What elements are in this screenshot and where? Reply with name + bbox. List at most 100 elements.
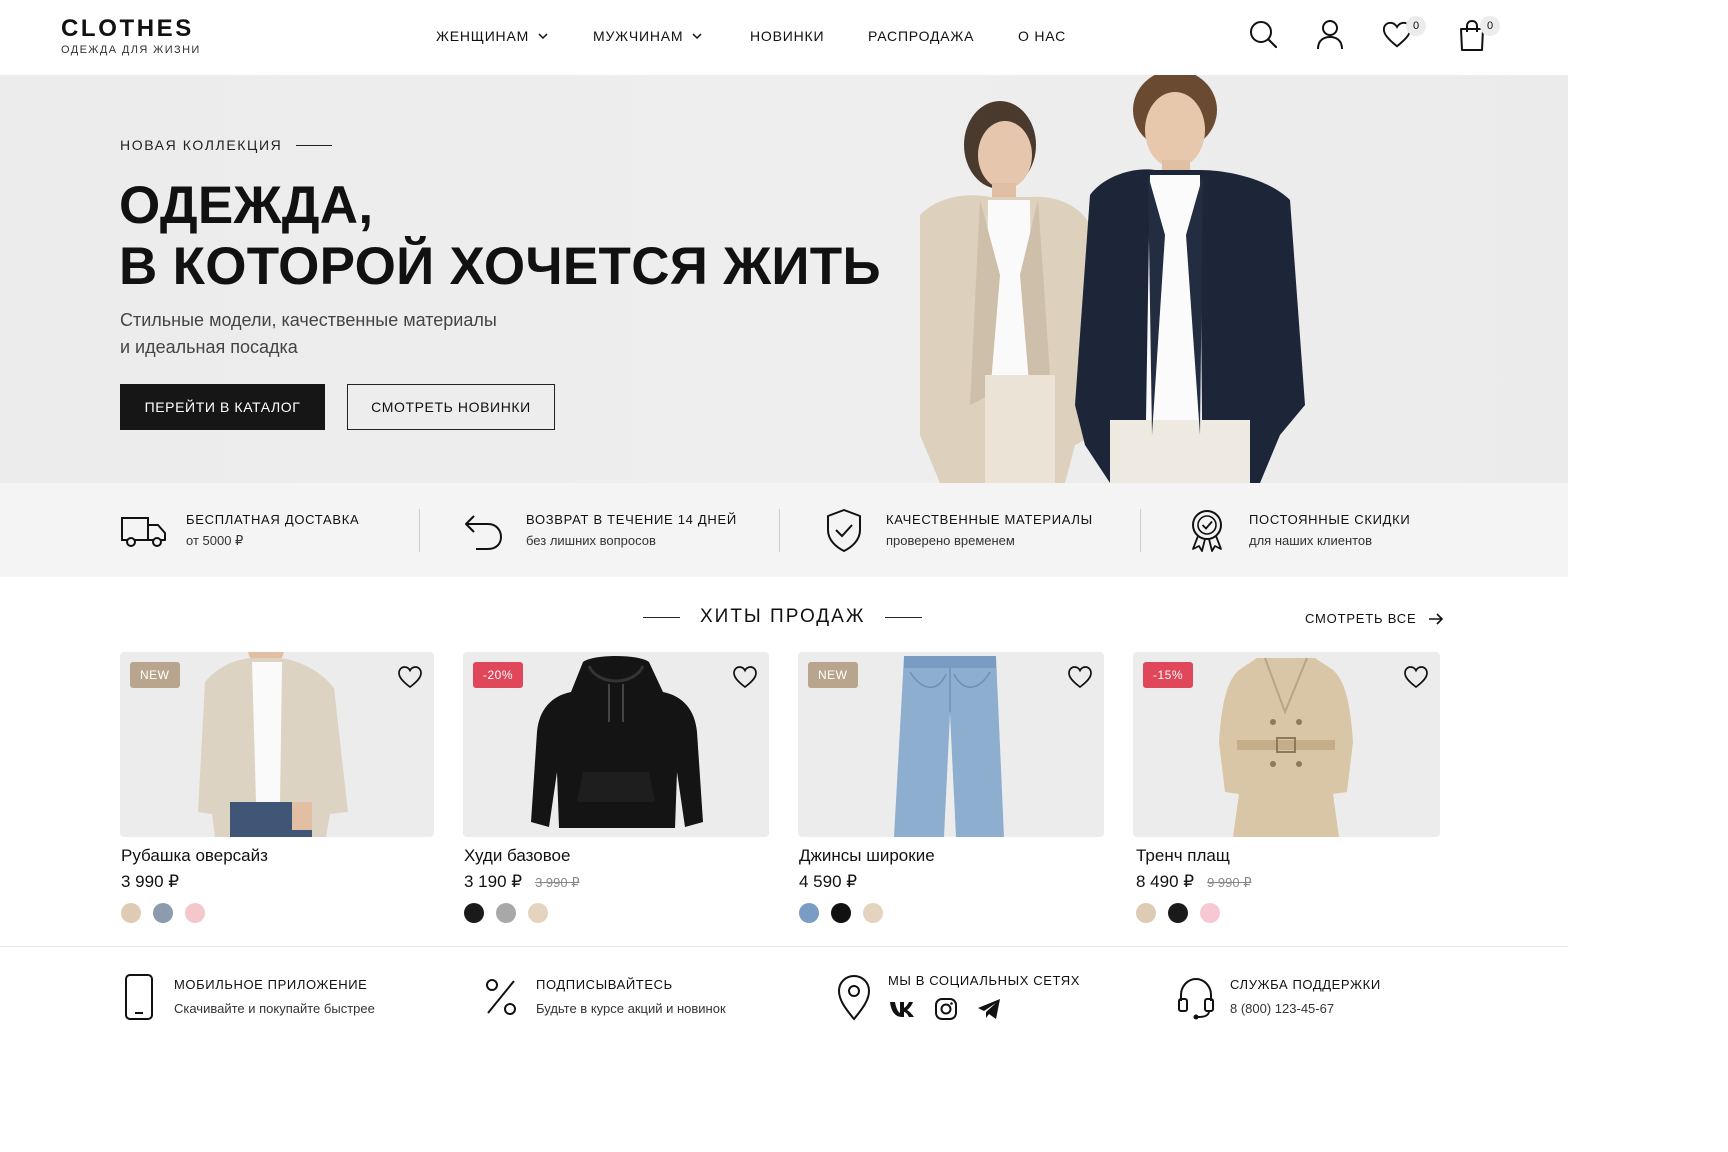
product-image[interactable]: NEW (798, 652, 1104, 837)
section-title: ХИТЫ ПРОДАЖ (643, 606, 923, 628)
product-price: 4 590 ₽ (799, 872, 857, 892)
percent-icon (486, 978, 516, 1015)
cart-button[interactable]: 0 (1458, 16, 1502, 52)
divider (1140, 509, 1141, 552)
user-icon[interactable] (1314, 18, 1346, 50)
footer-item-title: СЛУЖБА ПОДДЕРЖКИ (1230, 977, 1381, 992)
heart-icon[interactable] (1403, 664, 1429, 690)
color-swatch[interactable] (153, 903, 173, 923)
color-swatches (121, 903, 217, 923)
divider (885, 616, 923, 618)
return-icon (465, 515, 503, 550)
main-nav: ЖЕНЩИНАМ МУЖЧИНАМ НОВИНКИ РАСПРОДАЖА О Н… (436, 26, 1066, 46)
product-image[interactable]: NEW (120, 652, 434, 837)
site-header: CLOTHES ОДЕЖДА ДЛЯ ЖИЗНИ ЖЕНЩИНАМ МУЖЧИН… (0, 0, 1568, 75)
price-current: 3 990 ₽ (121, 872, 180, 891)
benefit-item: ВОЗВРАТ В ТЕЧЕНИЕ 14 ДНЕЙ без лишних воп… (460, 483, 737, 577)
color-swatch[interactable] (464, 903, 484, 923)
divider (296, 144, 333, 146)
vk-icon[interactable] (888, 997, 916, 1021)
smartphone-icon (125, 973, 153, 1020)
footer-item-title: МОБИЛЬНОЕ ПРИЛОЖЕНИЕ (174, 977, 368, 992)
color-swatch[interactable] (185, 903, 205, 923)
footer-item-subscribe[interactable]: ПОДПИСЫВАЙТЕСЬ Будьте в курсе акций и но… (482, 947, 726, 1046)
product-price: 3 990 ₽ (121, 872, 179, 892)
color-swatch[interactable] (528, 903, 548, 923)
footer-item-subtitle: Скачивайте и покупайте быстрее (174, 1001, 375, 1016)
benefit-title: КАЧЕСТВЕННЫЕ МАТЕРИАЛЫ (886, 512, 1093, 527)
nav-men[interactable]: МУЖЧИНАМ (593, 26, 750, 46)
product-image[interactable]: -15% (1133, 652, 1440, 837)
telegram-icon[interactable] (976, 997, 1002, 1021)
product-card[interactable]: -15% Тренч плащ 8 490 ₽ 9 990 ₽ (1133, 652, 1440, 932)
divider (643, 616, 680, 618)
chevron-down-icon (538, 33, 548, 40)
heart-icon[interactable] (397, 664, 423, 690)
benefit-title: БЕСПЛАТНАЯ ДОСТАВКА (186, 511, 360, 527)
divider (779, 509, 780, 552)
color-swatch[interactable] (863, 903, 883, 923)
nav-new[interactable]: НОВИНКИ (750, 26, 868, 46)
benefit-subtitle: от 5000 ₽ (186, 532, 244, 548)
benefit-subtitle: проверено временем (886, 533, 1015, 548)
product-card[interactable]: NEW Джинсы широкие 4 590 ₽ (798, 652, 1104, 932)
award-badge-icon (1192, 510, 1222, 552)
support-phone[interactable]: 8 (800) 123-45-67 (1230, 1001, 1381, 1016)
cart-count-badge: 0 (1480, 16, 1500, 36)
hero-subtitle-line: и идеальная посадка (120, 337, 298, 357)
color-swatch[interactable] (1200, 903, 1220, 923)
footer-item-support[interactable]: СЛУЖБА ПОДДЕРЖКИ 8 (800) 123-45-67 (1176, 947, 1381, 1046)
product-name[interactable]: Тренч плащ (1136, 846, 1230, 866)
see-all-link[interactable]: СМОТРЕТЬ ВСЕ (1305, 611, 1444, 626)
product-name[interactable]: Рубашка оверсайз (121, 846, 268, 866)
benefits-bar: БЕСПЛАТНАЯ ДОСТАВКА от 5000 ₽ ВОЗВРАТ В … (0, 483, 1568, 577)
hero-eyebrow-text: НОВАЯ КОЛЛЕКЦИЯ (120, 137, 283, 153)
heart-icon[interactable] (732, 664, 758, 690)
search-icon[interactable] (1247, 18, 1279, 50)
footer-item-app[interactable]: МОБИЛЬНОЕ ПРИЛОЖЕНИЕ Скачивайте и покупа… (120, 947, 375, 1046)
hero-subtitle-line: Стильные модели, качественные материалы (120, 310, 497, 330)
nav-sale-label: РАСПРОДАЖА (868, 28, 975, 44)
logo[interactable]: CLOTHES ОДЕЖДА ДЛЯ ЖИЗНИ (61, 15, 201, 57)
color-swatch[interactable] (496, 903, 516, 923)
benefit-subtitle: для наших клиентов (1249, 533, 1373, 548)
product-card[interactable]: NEW Рубашка оверсайз 3 990 ₽ (120, 652, 434, 932)
divider (419, 509, 420, 552)
nav-men-label: МУЖЧИНАМ (593, 28, 684, 44)
logo-tagline: ОДЕЖДА ДЛЯ ЖИЗНИ (61, 44, 201, 56)
color-swatch[interactable] (1136, 903, 1156, 923)
price-old: 3 990 ₽ (535, 875, 580, 890)
product-image[interactable]: -20% (463, 652, 769, 837)
instagram-icon[interactable] (934, 997, 958, 1021)
nav-new-label: НОВИНКИ (750, 28, 825, 44)
product-name[interactable]: Джинсы широкие (799, 846, 935, 866)
headset-icon (1178, 977, 1214, 1019)
product-name[interactable]: Худи базовое (464, 846, 570, 866)
price-current: 8 490 ₽ (1136, 872, 1195, 891)
new-arrivals-button[interactable]: СМОТРЕТЬ НОВИНКИ (347, 384, 555, 430)
benefit-title: ПОСТОЯННЫЕ СКИДКИ (1249, 512, 1411, 527)
color-swatch[interactable] (121, 903, 141, 923)
logo-title: CLOTHES (61, 15, 194, 42)
catalog-button[interactable]: ПЕРЕЙТИ В КАТАЛОГ (120, 384, 325, 430)
hero-models-photo (920, 75, 1305, 483)
nav-women[interactable]: ЖЕНЩИНАМ (436, 26, 593, 46)
new-badge: NEW (808, 662, 858, 688)
heart-icon[interactable] (1067, 664, 1093, 690)
nav-women-label: ЖЕНЩИНАМ (436, 28, 530, 44)
color-swatch[interactable] (831, 903, 851, 923)
color-swatch[interactable] (799, 903, 819, 923)
wishlist-button[interactable]: 0 (1382, 16, 1426, 52)
price-current: 3 190 ₽ (464, 872, 523, 891)
wishlist-count-badge: 0 (1406, 16, 1426, 36)
nav-about[interactable]: О НАС (1018, 26, 1066, 46)
discount-badge: -20% (473, 662, 524, 688)
nav-about-label: О НАС (1018, 28, 1067, 44)
nav-sale[interactable]: РАСПРОДАЖА (868, 26, 1018, 46)
chevron-down-icon (692, 33, 702, 40)
color-swatch[interactable] (1168, 903, 1188, 923)
footer-item-subtitle: Будьте в курсе акций и новинок (536, 1001, 726, 1016)
benefit-title: ВОЗВРАТ В ТЕЧЕНИЕ 14 ДНЕЙ (526, 512, 737, 527)
color-swatches (1136, 903, 1232, 923)
product-card[interactable]: -20% Худи базовое 3 190 ₽ 3 990 ₽ (463, 652, 769, 932)
